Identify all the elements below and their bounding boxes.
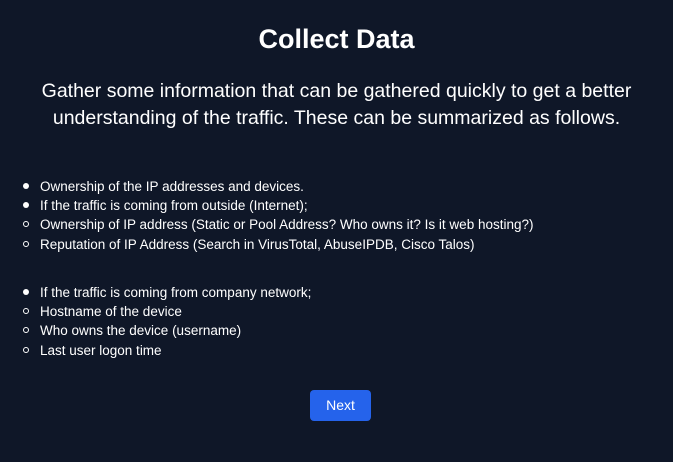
list-item: Who owns the device (username) — [22, 321, 311, 340]
bullet-disc-icon — [23, 289, 29, 295]
list-item-text: Reputation of IP Address (Search in Viru… — [40, 236, 475, 252]
bullet-circle-icon — [23, 327, 29, 334]
list-item: Reputation of IP Address (Search in Viru… — [22, 235, 534, 254]
list-item: If the traffic is coming from outside (I… — [22, 196, 534, 215]
list-item-text: Ownership of the IP addresses and device… — [40, 179, 304, 194]
list-item-text: Last user logon time — [40, 342, 162, 358]
list-item: Hostname of the device — [22, 302, 311, 321]
outside-traffic-list: Ownership of the IP addresses and device… — [22, 177, 534, 254]
company-network-list: If the traffic is coming from company ne… — [22, 283, 311, 360]
bullet-circle-icon — [23, 240, 29, 247]
bullet-circle-icon — [23, 308, 29, 315]
collect-data-page: Collect Data Gather some information tha… — [0, 0, 673, 462]
bullet-disc-icon — [23, 202, 29, 209]
list-item: Last user logon time — [22, 341, 311, 360]
list-item: If the traffic is coming from company ne… — [22, 283, 311, 302]
bullet-circle-icon — [23, 221, 29, 228]
list-item-text: If the traffic is coming from company ne… — [40, 285, 312, 300]
list-item-text: Who owns the device (username) — [40, 323, 242, 339]
list-item-text: If the traffic is coming from outside (I… — [40, 198, 308, 214]
next-button[interactable]: Next — [310, 390, 371, 421]
list-item-text: Ownership of IP address (Static or Pool … — [40, 217, 534, 233]
intro-text: Gather some information that can be gath… — [41, 80, 632, 129]
bullet-disc-icon — [23, 183, 29, 189]
list-item: Ownership of IP address (Static or Pool … — [22, 215, 534, 234]
list-item: Ownership of the IP addresses and device… — [22, 177, 534, 196]
page-title: Collect Data — [258, 24, 415, 54]
bullet-circle-icon — [23, 346, 29, 353]
list-item-text: Hostname of the device — [40, 304, 182, 320]
